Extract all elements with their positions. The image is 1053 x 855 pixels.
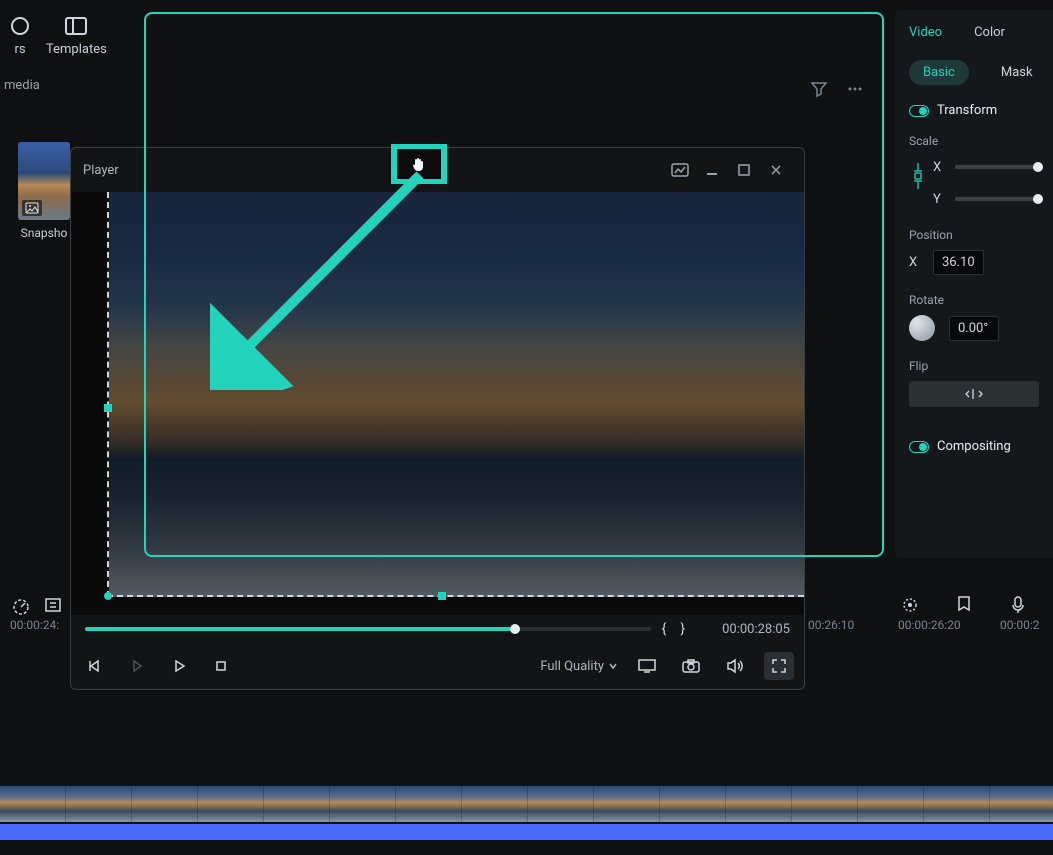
clip-thumb[interactable] xyxy=(330,786,396,822)
clip-thumb[interactable] xyxy=(924,786,990,822)
chevron-down-icon xyxy=(608,661,618,671)
filter-icon[interactable] xyxy=(810,80,828,98)
handle-left[interactable] xyxy=(104,404,112,412)
cast-icon[interactable] xyxy=(632,652,662,680)
toolbar-item-left[interactable]: rs xyxy=(8,14,32,57)
media-thumbnail[interactable] xyxy=(18,142,70,220)
rotate-label: Rotate xyxy=(909,293,1039,307)
toolbar-label: rs xyxy=(14,42,25,57)
slider-thumb-y[interactable] xyxy=(1033,194,1043,204)
more-icon[interactable] xyxy=(846,80,864,98)
annotation-highlight xyxy=(391,144,447,184)
inspector-panel: Video Color Basic Mask A Transform Scale… xyxy=(895,10,1053,558)
subtab-basic[interactable]: Basic xyxy=(909,60,969,85)
player-title: Player xyxy=(83,163,119,178)
clip-thumb[interactable] xyxy=(198,786,264,822)
transform-label: Transform xyxy=(937,103,997,118)
clip-thumb[interactable] xyxy=(66,786,132,822)
clip-thumb[interactable] xyxy=(726,786,792,822)
timeline-clip-strip[interactable] xyxy=(0,786,1053,824)
image-icon xyxy=(22,200,42,216)
templates-icon xyxy=(64,14,88,38)
maximize-icon[interactable] xyxy=(728,156,760,184)
templates-label: Templates xyxy=(46,42,107,57)
clip-thumb[interactable] xyxy=(792,786,858,822)
rotate-knob[interactable] xyxy=(909,315,935,341)
minimize-icon[interactable] xyxy=(696,156,728,184)
clip-thumb[interactable] xyxy=(528,786,594,822)
play-button[interactable] xyxy=(165,652,193,680)
selection-edge-left xyxy=(107,192,109,597)
ruler-tick: 00:00:26:20 xyxy=(898,618,961,632)
volume-icon[interactable] xyxy=(720,652,750,680)
media-label: media xyxy=(4,78,40,93)
play-back-button[interactable] xyxy=(123,652,151,680)
player-canvas[interactable] xyxy=(71,192,804,615)
prev-frame-button[interactable] xyxy=(81,652,109,680)
snapshot-icon[interactable] xyxy=(676,652,706,680)
compositing-toggle[interactable] xyxy=(909,441,929,453)
flip-horizontal-button[interactable] xyxy=(909,381,1039,407)
thumb-label: Snapsho xyxy=(18,226,70,240)
section-transform[interactable]: Transform xyxy=(895,99,1053,122)
player-titlebar: Player xyxy=(71,148,804,192)
clip-thumb[interactable] xyxy=(594,786,660,822)
close-icon[interactable] xyxy=(760,156,792,184)
ruler-tick: 00:26:10 xyxy=(808,618,854,632)
ruler-tick: 00:00:2 xyxy=(1000,618,1040,632)
clip-thumb[interactable] xyxy=(264,786,330,822)
clip-thumb[interactable] xyxy=(990,786,1053,822)
timeline-ruler[interactable]: 00:00:24: 00:26:10 00:00:26:20 00:00:2 xyxy=(0,614,1053,636)
fullscreen-button[interactable] xyxy=(764,652,794,680)
flip-horizontal-icon xyxy=(965,387,983,401)
compositing-label: Compositing xyxy=(937,439,1011,454)
lock-icon[interactable] xyxy=(911,161,925,191)
clip-thumb[interactable] xyxy=(462,786,528,822)
circle-icon xyxy=(8,14,32,38)
transform-toggle[interactable] xyxy=(909,105,929,117)
scale-y-label: Y xyxy=(933,192,947,207)
clip-thumb[interactable] xyxy=(660,786,726,822)
section-compositing[interactable]: Compositing xyxy=(895,435,1053,458)
tab-color[interactable]: Color xyxy=(974,25,1005,40)
clip-thumb[interactable] xyxy=(132,786,198,822)
templates-button[interactable]: Templates xyxy=(46,14,107,57)
video-preview[interactable] xyxy=(109,192,804,597)
quality-label: Full Quality xyxy=(540,659,604,674)
clip-thumb[interactable] xyxy=(396,786,462,822)
scope-icon[interactable] xyxy=(664,156,696,184)
subtab-mask[interactable]: Mask xyxy=(987,60,1047,85)
clip-thumb[interactable] xyxy=(0,786,66,822)
clip-thumb[interactable] xyxy=(858,786,924,822)
scale-label: Scale xyxy=(909,134,1039,148)
slider-thumb-x[interactable] xyxy=(1033,162,1043,172)
position-x-label: X xyxy=(909,255,923,270)
scale-x-label: X xyxy=(933,160,947,175)
flip-label: Flip xyxy=(909,359,1039,373)
clip-selection-bar[interactable] xyxy=(0,824,1053,840)
stop-button[interactable] xyxy=(207,652,235,680)
ruler-tick: 00:00:24: xyxy=(10,618,59,632)
position-x-value[interactable]: 36.10 xyxy=(933,250,984,275)
scale-x-slider[interactable] xyxy=(955,165,1039,169)
scale-y-slider[interactable] xyxy=(955,197,1039,201)
rotate-value[interactable]: 0.00° xyxy=(949,316,999,341)
quality-dropdown[interactable]: Full Quality xyxy=(540,659,618,674)
position-label: Position xyxy=(909,228,1039,242)
hand-icon[interactable] xyxy=(410,155,428,173)
tab-video[interactable]: Video xyxy=(909,25,942,40)
